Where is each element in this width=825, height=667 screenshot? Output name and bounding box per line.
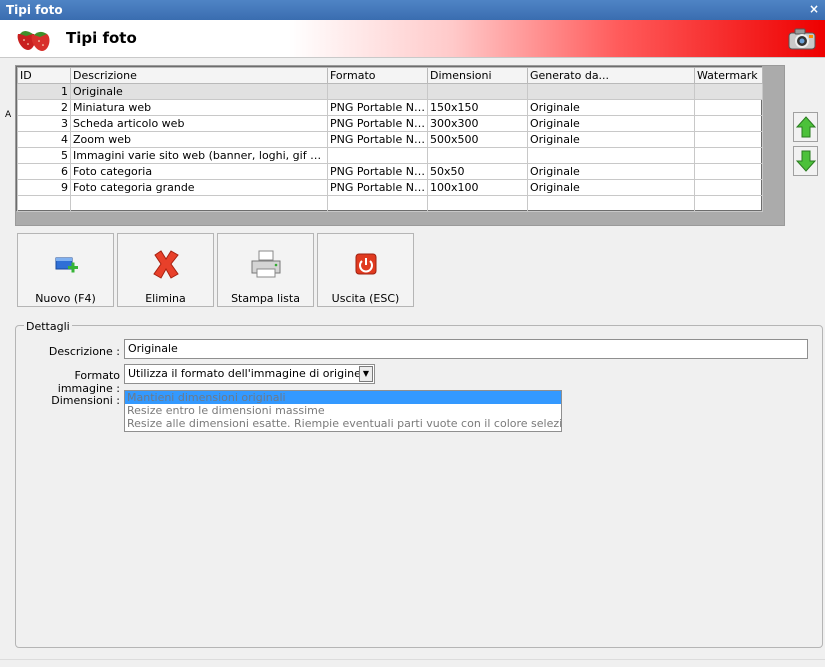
delete-button-label: Elimina	[145, 292, 186, 305]
cell-generato	[527, 83, 695, 100]
dimensioni-label: Dimensioni :	[51, 394, 120, 407]
list-item[interactable]: Resize alle dimensioni esatte. Riempie e…	[125, 417, 561, 430]
column-header-dimensioni[interactable]: Dimensioni	[427, 67, 528, 84]
table-row[interactable]: 6 Foto categoria PNG Portable Network Gr…	[17, 163, 763, 180]
cell-watermark	[694, 179, 763, 196]
list-item[interactable]: Resize entro le dimensioni massime	[125, 404, 561, 417]
cell-generato: Originale	[527, 131, 695, 148]
cell-formato: PNG Portable Network Graphics	[327, 131, 428, 148]
column-header-descrizione[interactable]: Descrizione	[70, 67, 328, 84]
window-titlebar: Tipi foto ×	[0, 0, 825, 20]
new-window-icon	[18, 249, 113, 279]
cell-descrizione: Foto categoria	[70, 163, 328, 180]
list-item[interactable]: Mantieni dimensioni originali	[125, 391, 561, 404]
cell-dimensioni: 100x100	[427, 179, 528, 196]
cell-watermark	[694, 163, 763, 180]
new-button-label: Nuovo (F4)	[35, 292, 96, 305]
cell-id: 5	[17, 147, 71, 164]
formato-select[interactable]: Utilizza il formato dell'immagine di ori…	[124, 364, 375, 384]
move-up-button[interactable]	[793, 112, 818, 142]
cell-formato: PNG Portable Network Graphics	[327, 179, 428, 196]
page-title: Tipi foto	[66, 29, 137, 47]
cell-descrizione: Foto categoria grande	[70, 179, 328, 196]
cell-descrizione: Miniatura web	[70, 99, 328, 116]
print-list-button[interactable]: Stampa lista	[217, 233, 314, 307]
cell-formato	[327, 147, 428, 164]
cell-generato	[527, 147, 695, 164]
cell-formato: PNG Portable Network Graphics	[327, 115, 428, 132]
cell-dimensioni: 150x150	[427, 99, 528, 116]
cell-formato	[327, 83, 428, 100]
cell-watermark	[694, 147, 763, 164]
cell-watermark	[694, 99, 763, 116]
arrow-down-icon	[796, 150, 816, 172]
cell-id: 2	[17, 99, 71, 116]
chevron-down-icon[interactable]: ▼	[359, 366, 373, 382]
table-row[interactable]: 4 Zoom web PNG Portable Network Graphics…	[17, 131, 763, 148]
close-icon[interactable]: ×	[809, 2, 819, 16]
strawberry-logo-icon	[14, 26, 56, 55]
window-title: Tipi foto	[6, 3, 63, 17]
printer-icon	[218, 249, 313, 279]
delete-x-icon	[118, 249, 213, 279]
table-row[interactable]: 9 Foto categoria grande PNG Portable Net…	[17, 179, 763, 196]
cell-dimensioni	[427, 83, 528, 100]
formato-label: Formato immagine :	[57, 369, 120, 395]
cell-dimensioni: 50x50	[427, 163, 528, 180]
table-row[interactable]: 3 Scheda articolo web PNG Portable Netwo…	[17, 115, 763, 132]
formato-select-value: Utilizza il formato dell'immagine di ori…	[128, 367, 361, 380]
cell-id: 6	[17, 163, 71, 180]
table-row[interactable]: 1 Originale	[17, 83, 763, 100]
cell-generato: Originale	[527, 179, 695, 196]
cell-dimensioni	[427, 147, 528, 164]
photo-types-grid[interactable]: ID Descrizione Formato Dimensioni Genera…	[15, 65, 785, 226]
exit-button-label: Uscita (ESC)	[331, 292, 400, 305]
cell-generato: Originale	[527, 163, 695, 180]
cell-descrizione: Scheda articolo web	[70, 115, 328, 132]
cell-id: 9	[17, 179, 71, 196]
table-header-row: ID Descrizione Formato Dimensioni Genera…	[17, 67, 763, 84]
cell-watermark	[694, 83, 763, 100]
cell-generato: Originale	[527, 99, 695, 116]
cell-id: 4	[17, 131, 71, 148]
power-icon	[318, 249, 413, 279]
cell-formato: PNG Portable Network Graphics	[327, 163, 428, 180]
cell-watermark	[694, 131, 763, 148]
details-legend: Dettagli	[24, 320, 72, 333]
delete-button[interactable]: Elimina	[117, 233, 214, 307]
cell-id: 1	[17, 83, 71, 100]
table-row-new[interactable]	[17, 195, 763, 212]
column-header-generato[interactable]: Generato da...	[527, 67, 695, 84]
descrizione-label: Descrizione :	[48, 345, 120, 358]
cell-generato: Originale	[527, 115, 695, 132]
cell-descrizione: Zoom web	[70, 131, 328, 148]
print-list-button-label: Stampa lista	[231, 292, 300, 305]
column-header-watermark[interactable]: Watermark	[694, 67, 763, 84]
column-header-id[interactable]: ID	[17, 67, 71, 84]
table-row[interactable]: 2 Miniatura web PNG Portable Network Gra…	[17, 99, 763, 116]
cell-descrizione: Immagini varie sito web (banner, loghi, …	[70, 147, 328, 164]
exit-button[interactable]: Uscita (ESC)	[317, 233, 414, 307]
cell-descrizione: Originale	[70, 83, 328, 100]
cell-formato: PNG Portable Network Graphics	[327, 99, 428, 116]
cell-id: 3	[17, 115, 71, 132]
page-header: Tipi foto	[0, 20, 825, 58]
column-header-formato[interactable]: Formato	[327, 67, 428, 84]
table-row[interactable]: 5 Immagini varie sito web (banner, loghi…	[17, 147, 763, 164]
camera-icon	[787, 25, 817, 54]
cell-watermark	[694, 115, 763, 132]
stray-character: A	[5, 110, 12, 120]
cell-dimensioni: 300x300	[427, 115, 528, 132]
move-down-button[interactable]	[793, 146, 818, 176]
new-button[interactable]: Nuovo (F4)	[17, 233, 114, 307]
dimensioni-listbox[interactable]: Mantieni dimensioni originali Resize ent…	[124, 390, 562, 432]
window-bottom-edge	[0, 659, 825, 667]
arrow-up-icon	[796, 116, 816, 138]
descrizione-input[interactable]: Originale	[124, 339, 808, 359]
cell-dimensioni: 500x500	[427, 131, 528, 148]
